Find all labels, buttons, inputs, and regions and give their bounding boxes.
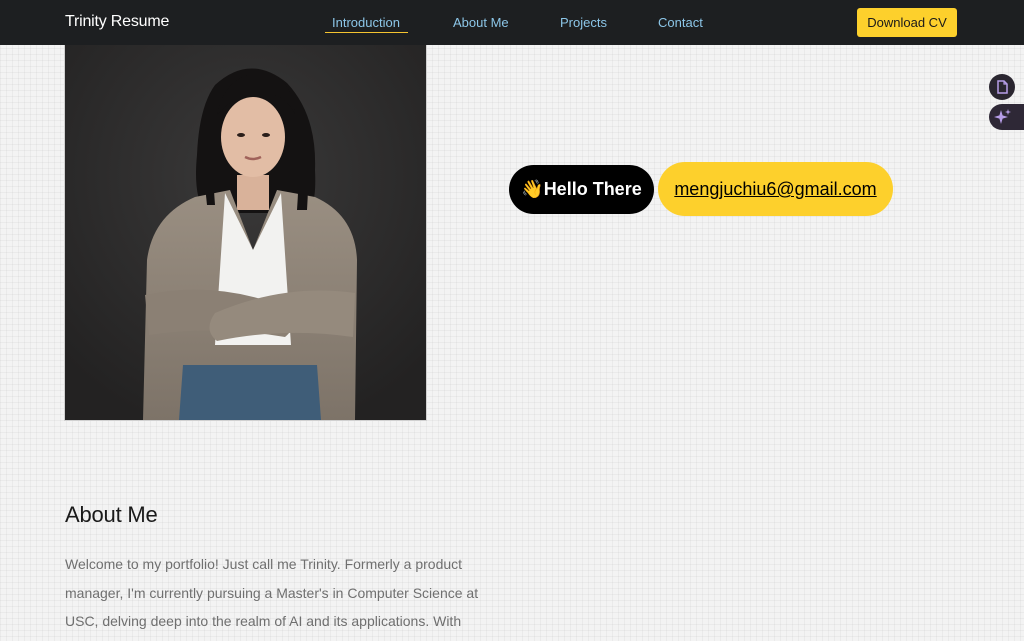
profile-photo-illustration [65, 45, 426, 420]
waving-hand-icon: 👋 [521, 179, 544, 199]
nav-link-introduction[interactable]: Introduction [332, 15, 400, 30]
profile-photo [64, 45, 427, 421]
active-nav-underline [325, 32, 408, 33]
email-badge: mengjuchiu6@gmail.com [658, 162, 893, 216]
hello-badge: 👋Hello There [509, 165, 654, 214]
ai-assist-button[interactable] [989, 104, 1024, 130]
nav-link-projects[interactable]: Projects [560, 15, 607, 30]
navbar: Trinity Resume Introduction About Me Pro… [0, 0, 1024, 45]
about-paragraph: Welcome to my portfolio! Just call me Tr… [65, 556, 479, 629]
nav-link-contact[interactable]: Contact [658, 15, 703, 30]
download-cv-button[interactable]: Download CV [857, 8, 957, 37]
hello-text: Hello There [543, 179, 642, 199]
nav-link-about-me[interactable]: About Me [453, 15, 509, 30]
brand-title[interactable]: Trinity Resume [65, 13, 169, 31]
page-tool-button[interactable] [989, 74, 1015, 100]
email-link[interactable]: mengjuchiu6@gmail.com [674, 179, 876, 199]
about-heading: About Me [65, 502, 158, 527]
page-icon [997, 80, 1008, 94]
sparkle-icon [994, 109, 1011, 124]
